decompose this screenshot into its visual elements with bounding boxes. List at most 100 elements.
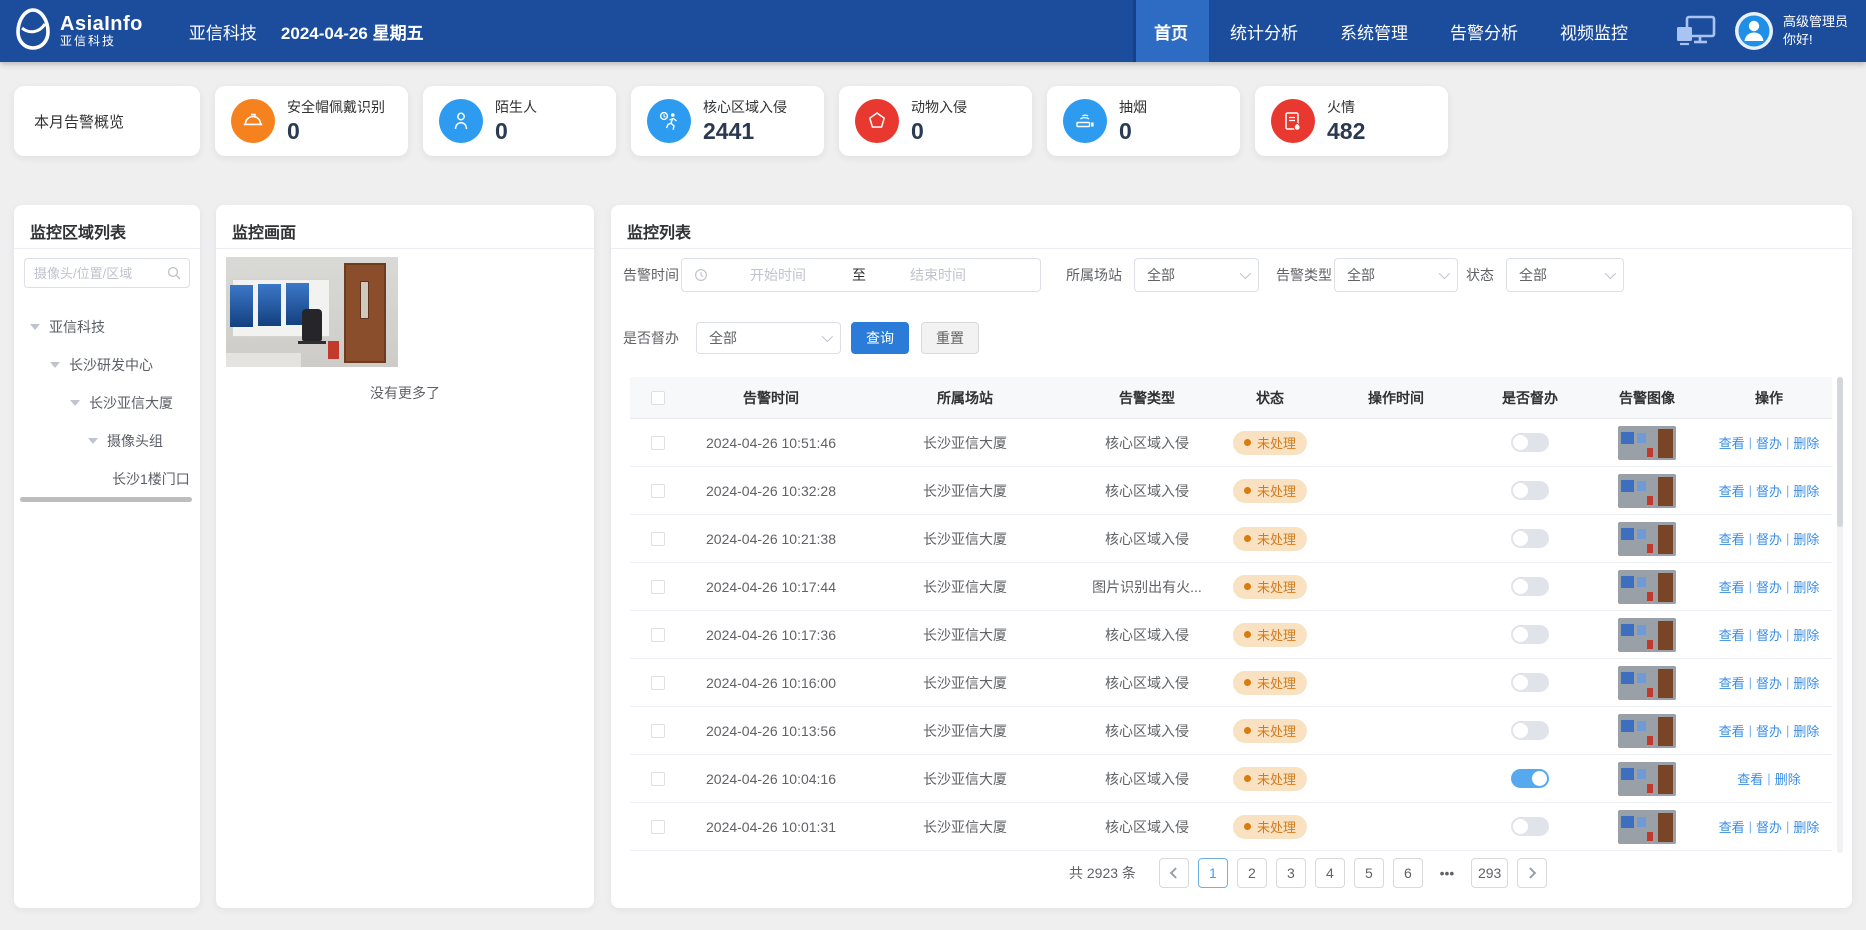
- nav-item-home[interactable]: 首页: [1133, 0, 1209, 62]
- alarm-image-thumbnail[interactable]: [1618, 618, 1676, 652]
- action-delete[interactable]: 删除: [1793, 529, 1819, 548]
- tree-node-camera-gate1[interactable]: 长沙1楼门口: [14, 460, 200, 498]
- chevron-down-icon[interactable]: [30, 324, 40, 330]
- action-delete[interactable]: 删除: [1775, 769, 1801, 788]
- user-info[interactable]: 高级管理员 你好!: [1783, 13, 1848, 48]
- action-supervise[interactable]: 督办: [1756, 817, 1782, 836]
- table-vertical-scrollbar[interactable]: [1837, 377, 1843, 853]
- supervise-toggle[interactable]: [1511, 817, 1549, 836]
- region-search-input[interactable]: [34, 266, 164, 281]
- alarm-image-thumbnail[interactable]: [1618, 762, 1676, 796]
- alarm-image-thumbnail[interactable]: [1618, 522, 1676, 556]
- dual-screen-icon[interactable]: [1675, 15, 1717, 47]
- action-delete[interactable]: 删除: [1793, 817, 1819, 836]
- action-supervise[interactable]: 督办: [1756, 673, 1782, 692]
- action-delete[interactable]: 删除: [1793, 481, 1819, 500]
- supervise-select[interactable]: 全部: [696, 322, 841, 354]
- alarm-image-thumbnail[interactable]: [1618, 714, 1676, 748]
- action-supervise[interactable]: 督办: [1756, 529, 1782, 548]
- page-button-last[interactable]: 293: [1471, 858, 1508, 888]
- page-button-2[interactable]: 2: [1237, 858, 1267, 888]
- page-button-5[interactable]: 5: [1354, 858, 1384, 888]
- action-view[interactable]: 查看: [1719, 481, 1745, 500]
- action-view[interactable]: 查看: [1719, 577, 1745, 596]
- status-select[interactable]: 全部: [1506, 258, 1624, 292]
- site-select[interactable]: 全部: [1134, 258, 1259, 292]
- action-view[interactable]: 查看: [1719, 433, 1745, 452]
- tree-node-changsha-rd-center[interactable]: 长沙研发中心: [14, 346, 200, 384]
- supervise-toggle[interactable]: [1511, 721, 1549, 740]
- action-view[interactable]: 查看: [1719, 721, 1745, 740]
- row-checkbox[interactable]: [651, 628, 665, 642]
- type-select[interactable]: 全部: [1334, 258, 1458, 292]
- supervise-toggle[interactable]: [1511, 673, 1549, 692]
- supervise-toggle[interactable]: [1511, 769, 1549, 788]
- chevron-down-icon[interactable]: [88, 438, 98, 444]
- action-view[interactable]: 查看: [1719, 625, 1745, 644]
- tree-node-camera-group[interactable]: 摄像头组: [14, 422, 200, 460]
- select-all-checkbox[interactable]: [651, 391, 665, 405]
- action-view[interactable]: 查看: [1719, 529, 1745, 548]
- action-delete[interactable]: 删除: [1793, 625, 1819, 644]
- nav-item-system[interactable]: 系统管理: [1319, 0, 1429, 62]
- action-supervise[interactable]: 督办: [1756, 577, 1782, 596]
- chevron-down-icon[interactable]: [50, 362, 60, 368]
- page-button-1[interactable]: 1: [1198, 858, 1228, 888]
- user-avatar[interactable]: [1735, 12, 1773, 50]
- nav-item-statistics[interactable]: 统计分析: [1209, 0, 1319, 62]
- search-button[interactable]: 查询: [851, 322, 909, 354]
- row-checkbox[interactable]: [651, 436, 665, 450]
- tree-node-asiainfo[interactable]: 亚信科技: [14, 308, 200, 346]
- supervise-toggle[interactable]: [1511, 529, 1549, 548]
- action-supervise[interactable]: 督办: [1756, 481, 1782, 500]
- action-delete[interactable]: 删除: [1793, 673, 1819, 692]
- action-supervise[interactable]: 督办: [1756, 721, 1782, 740]
- reset-button[interactable]: 重置: [921, 322, 979, 354]
- page-button-3[interactable]: 3: [1276, 858, 1306, 888]
- next-page-button[interactable]: [1517, 858, 1547, 888]
- intrusion-icon: [647, 99, 691, 143]
- action-delete[interactable]: 删除: [1793, 721, 1819, 740]
- alarm-time-range-picker[interactable]: 开始时间 至 结束时间: [681, 258, 1041, 292]
- range-separator: 至: [852, 265, 866, 285]
- page-ellipsis[interactable]: •••: [1432, 858, 1462, 888]
- nav-item-video-monitor[interactable]: 视频监控: [1539, 0, 1649, 62]
- chevron-down-icon[interactable]: [70, 400, 80, 406]
- alarm-image-thumbnail[interactable]: [1618, 810, 1676, 844]
- row-checkbox[interactable]: [651, 724, 665, 738]
- row-checkbox[interactable]: [651, 772, 665, 786]
- alarm-image-thumbnail[interactable]: [1618, 426, 1676, 460]
- action-delete[interactable]: 删除: [1793, 433, 1819, 452]
- action-view[interactable]: 查看: [1737, 769, 1763, 788]
- supervise-toggle[interactable]: [1511, 625, 1549, 644]
- supervise-toggle[interactable]: [1511, 577, 1549, 596]
- smoking-icon: [1063, 99, 1107, 143]
- tree-node-changsha-building[interactable]: 长沙亚信大厦: [14, 384, 200, 422]
- row-checkbox[interactable]: [651, 580, 665, 594]
- tree-horizontal-scrollbar[interactable]: [20, 497, 192, 502]
- start-time-placeholder[interactable]: 开始时间: [750, 265, 806, 285]
- supervise-toggle[interactable]: [1511, 433, 1549, 452]
- action-view[interactable]: 查看: [1719, 817, 1745, 836]
- camera-snapshot[interactable]: [226, 257, 398, 367]
- page-button-6[interactable]: 6: [1393, 858, 1423, 888]
- alarm-image-thumbnail[interactable]: [1618, 474, 1676, 508]
- action-supervise[interactable]: 督办: [1756, 625, 1782, 644]
- region-list-panel: 监控区域列表 亚信科技 长沙研发中心 长沙亚信大厦 摄像头组 长沙1楼门口: [14, 205, 200, 908]
- overview-title-card: 本月告警概览: [14, 86, 200, 156]
- alarm-image-thumbnail[interactable]: [1618, 570, 1676, 604]
- end-time-placeholder[interactable]: 结束时间: [910, 265, 966, 285]
- row-checkbox[interactable]: [651, 676, 665, 690]
- action-supervise[interactable]: 督办: [1756, 433, 1782, 452]
- page-button-4[interactable]: 4: [1315, 858, 1345, 888]
- action-view[interactable]: 查看: [1719, 673, 1745, 692]
- nav-item-alarm-analysis[interactable]: 告警分析: [1429, 0, 1539, 62]
- search-icon[interactable]: [167, 266, 181, 280]
- prev-page-button[interactable]: [1159, 858, 1189, 888]
- row-checkbox[interactable]: [651, 484, 665, 498]
- row-checkbox[interactable]: [651, 532, 665, 546]
- supervise-toggle[interactable]: [1511, 481, 1549, 500]
- action-delete[interactable]: 删除: [1793, 577, 1819, 596]
- row-checkbox[interactable]: [651, 820, 665, 834]
- alarm-image-thumbnail[interactable]: [1618, 666, 1676, 700]
